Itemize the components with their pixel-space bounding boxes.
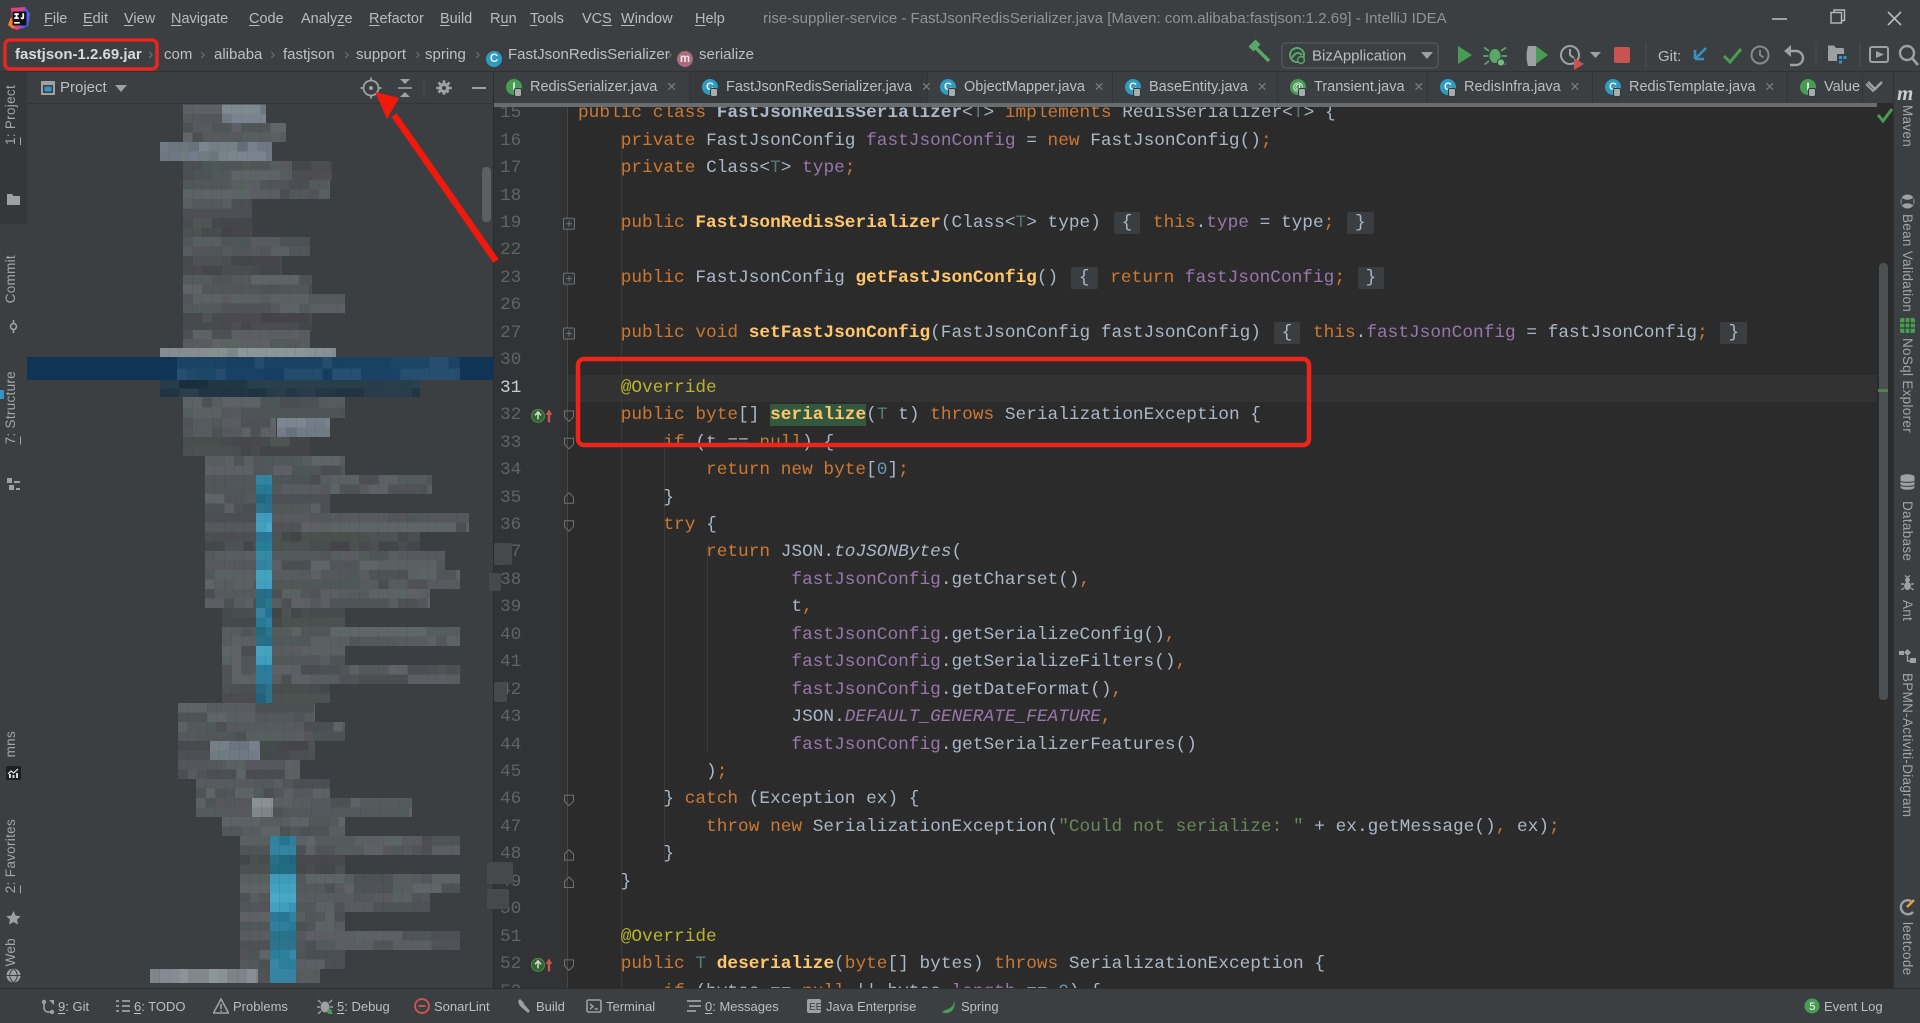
- svg-text:Git:: Git:: [1658, 48, 1681, 65]
- svg-text:EE: EE: [809, 1002, 822, 1013]
- svg-text:5: 5: [1809, 1001, 1815, 1013]
- svg-text:BizApplication: BizApplication: [1312, 48, 1406, 65]
